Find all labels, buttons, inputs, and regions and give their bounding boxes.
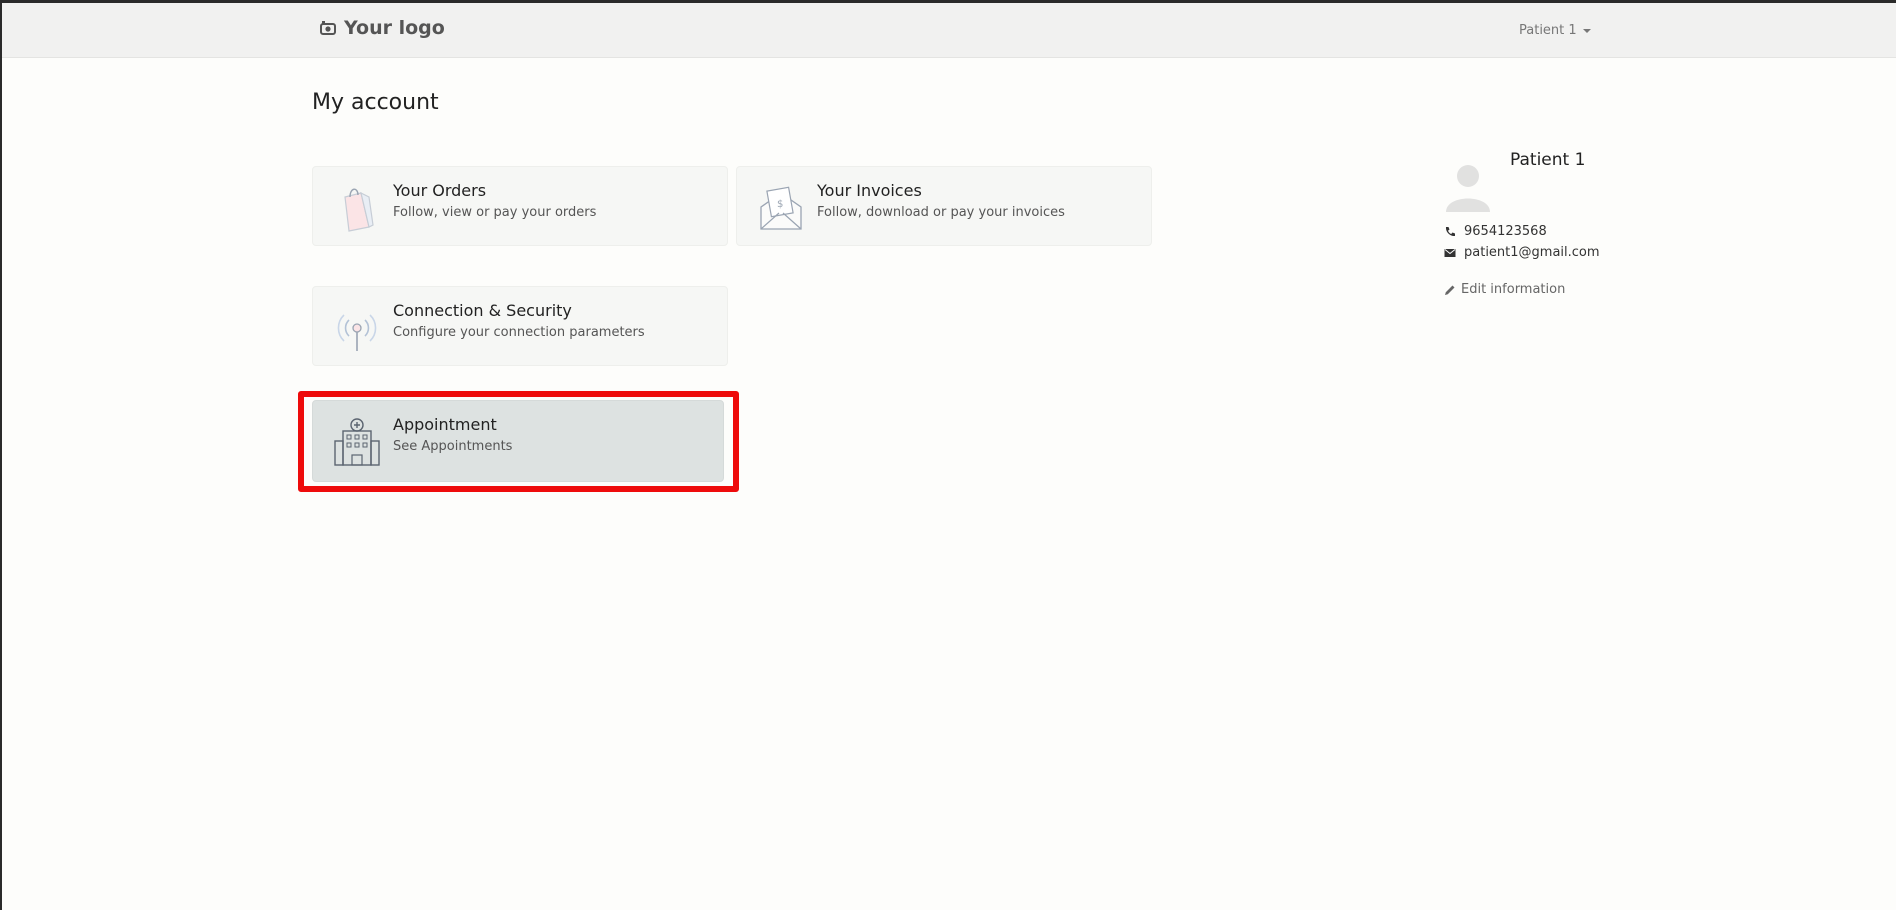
orders-card[interactable]: Your Orders Follow, view or pay your ord… xyxy=(312,166,728,246)
profile-email: patient1@gmail.com xyxy=(1464,245,1600,260)
profile-sidebar: Patient 1 9654123568 patient1@gmail.com … xyxy=(1440,148,1640,308)
invoices-card-title: Your Invoices xyxy=(817,181,922,200)
profile-phone: 9654123568 xyxy=(1464,224,1547,239)
appointment-card[interactable]: Appointment See Appointments xyxy=(312,400,724,482)
profile-name: Patient 1 xyxy=(1510,150,1586,170)
page-title: My account xyxy=(312,90,439,115)
orders-card-title: Your Orders xyxy=(393,181,487,200)
invoice-envelope-icon: $ xyxy=(760,186,802,230)
top-navbar: Your logo Patient 1 xyxy=(2,3,1896,58)
envelope-icon xyxy=(1444,248,1456,257)
edit-information-label: Edit information xyxy=(1461,282,1566,297)
camera-icon xyxy=(320,21,336,35)
appointment-card-description: See Appointments xyxy=(393,439,513,454)
invoices-card-description: Follow, download or pay your invoices xyxy=(817,205,1065,220)
shopping-bag-icon xyxy=(344,188,374,232)
pencil-icon xyxy=(1445,285,1455,295)
svg-text:$: $ xyxy=(777,199,783,210)
connection-security-card-description: Configure your connection parameters xyxy=(393,325,645,340)
window-frame-left xyxy=(0,0,2,910)
antenna-icon xyxy=(337,314,377,351)
orders-card-description: Follow, view or pay your orders xyxy=(393,205,597,220)
avatar xyxy=(1446,165,1490,212)
phone-row: 9654123568 xyxy=(1444,224,1547,239)
email-row: patient1@gmail.com xyxy=(1444,245,1600,260)
connection-security-card[interactable]: Connection & Security Configure your con… xyxy=(312,286,728,366)
logo-text: Your logo xyxy=(344,17,445,39)
user-menu-label: Patient 1 xyxy=(1519,23,1577,38)
invoices-card[interactable]: $ Your Invoices Follow, download or pay … xyxy=(736,166,1152,246)
phone-icon xyxy=(1445,226,1455,236)
connection-security-card-title: Connection & Security xyxy=(393,301,572,320)
user-menu-dropdown[interactable]: Patient 1 xyxy=(1519,23,1591,38)
caret-down-icon xyxy=(1582,28,1591,33)
appointment-card-title: Appointment xyxy=(393,415,497,434)
logo[interactable]: Your logo xyxy=(320,17,445,39)
edit-information-link[interactable]: Edit information xyxy=(1444,282,1565,297)
hospital-building-icon xyxy=(334,418,380,466)
